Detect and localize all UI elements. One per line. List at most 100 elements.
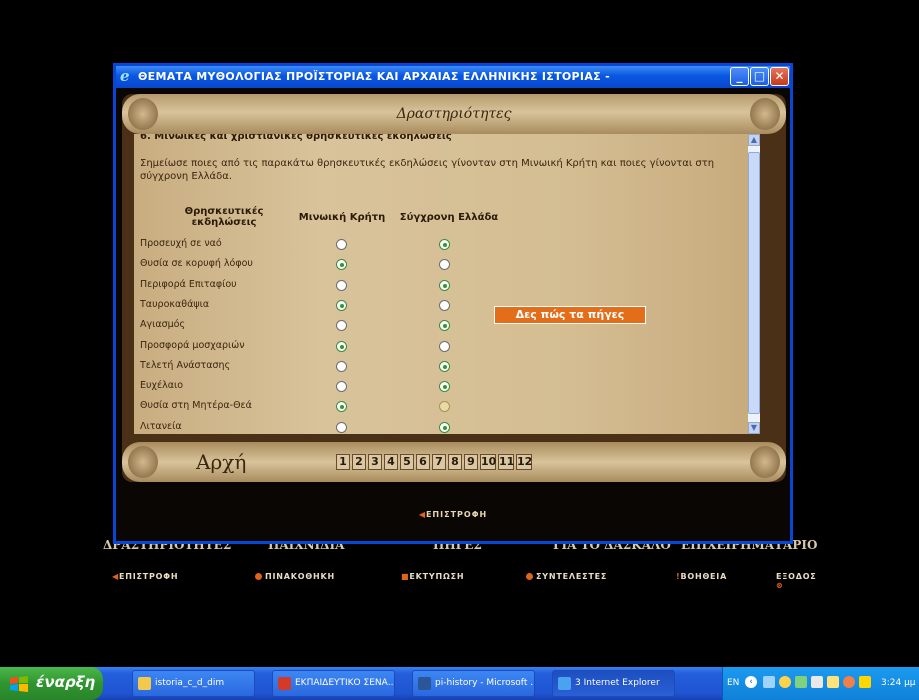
arrow-left-icon: ◀	[418, 510, 426, 519]
ie-window: e ΘΕΜΑΤΑ ΜΥΘΟΛΟΓΙΑΣ ΠΡΟΪΣΤΟΡΙΑΣ ΚΑΙ ΑΡΧΑ…	[113, 63, 793, 544]
page-navigation: 1 2 3 4 5 6 7 8 9 10 11 12	[122, 442, 786, 482]
nav-gallery[interactable]: ΠΙΝΑΚΟΘΗΚΗ	[255, 572, 335, 581]
radio-minoan[interactable]	[336, 299, 347, 311]
bullet-icon	[526, 573, 533, 580]
volume-icon[interactable]	[827, 676, 839, 688]
page-button-7[interactable]: 7	[432, 454, 446, 470]
page-button-3[interactable]: 3	[368, 454, 382, 470]
row-label: Περιφορά Επιταφίου	[140, 278, 237, 290]
table-row: Τελετή Ανάστασης	[134, 360, 734, 376]
taskbar-button-label: istoria_c_d_dim	[155, 678, 225, 688]
radio-minoan[interactable]	[336, 381, 347, 393]
radio-modern[interactable]	[439, 421, 450, 433]
taskbar-button[interactable]: pi-history - Microsoft ...	[412, 670, 535, 697]
page-button-5[interactable]: 5	[400, 454, 414, 470]
page-button-8[interactable]: 8	[448, 454, 462, 470]
table-row: Ευχέλαιο	[134, 380, 734, 396]
security-icon[interactable]	[779, 676, 791, 688]
scroll-top-roll: Δραστηριότητες	[122, 94, 786, 134]
row-label: Θυσία στη Μητέρα-Θεά	[140, 400, 252, 412]
popup-back-link[interactable]: ◀ΕΠΙΣΤΡΟΦΗ	[116, 510, 790, 519]
radio-minoan[interactable]	[336, 421, 347, 433]
table-row: Προσφορά μοσχαριών	[134, 340, 734, 356]
row-label: Ευχέλαιο	[140, 380, 184, 392]
window-title: ΘΕΜΑΤΑ ΜΥΘΟΛΟΓΙΑΣ ΠΡΟΪΣΤΟΡΙΑΣ ΚΑΙ ΑΡΧΑΙΑ…	[138, 70, 610, 83]
minimize-button[interactable]: _	[730, 67, 749, 86]
language-indicator[interactable]: EN	[727, 678, 739, 688]
taskbar-button-label: pi-history - Microsoft ...	[435, 678, 535, 688]
table-row: Θυσία σε κορυφή λόφου	[134, 258, 734, 274]
nav-help[interactable]: !ΒΟΗΘΕΙΑ	[676, 572, 727, 581]
radio-modern[interactable]	[439, 381, 450, 393]
system-tray: EN ‹ 3:24 μμ	[722, 667, 919, 700]
close-button[interactable]: ✕	[770, 67, 789, 86]
table-row: Προσευχή σε ναό	[134, 238, 734, 254]
bullet-icon	[255, 573, 262, 580]
page-button-4[interactable]: 4	[384, 454, 398, 470]
taskbar-button-label: 3 Internet Explorer	[575, 678, 660, 688]
ie-icon: e	[120, 67, 130, 85]
page-button-10[interactable]: 10	[480, 454, 496, 470]
radio-minoan[interactable]	[336, 259, 347, 271]
network-icon[interactable]	[763, 676, 775, 688]
parchment-frame: Δραστηριότητες 6. Μινωικές και χριστιανι…	[122, 94, 786, 482]
radio-minoan[interactable]	[336, 401, 347, 413]
vertical-scrollbar[interactable]: ▲ ▼	[748, 134, 760, 434]
antivirus-icon[interactable]	[843, 676, 855, 688]
radio-modern[interactable]	[439, 299, 450, 311]
exit-icon: ⊗	[776, 581, 784, 590]
nav-exit[interactable]: ΕΞΟΔΟΣ ⊗	[776, 572, 824, 590]
taskbar-button[interactable]: ΕΚΠΑΙΔΕΥΤΙΚΟ ΣΕΝΑ...	[272, 670, 395, 697]
taskbar: έναρξη istoria_c_d_dim ΕΚΠΑΙΔΕΥΤΙΚΟ ΣΕΝΑ.…	[0, 667, 919, 700]
ie-icon	[558, 677, 571, 690]
scroll-down-arrow-icon[interactable]: ▼	[748, 422, 760, 434]
row-label: Προσευχή σε ναό	[140, 238, 222, 249]
radio-modern[interactable]	[439, 259, 450, 271]
radio-minoan[interactable]	[336, 340, 347, 352]
page-button-2[interactable]: 2	[352, 454, 366, 470]
table-row: Θυσία στη Μητέρα-Θεά	[134, 400, 734, 416]
tray-expand-icon[interactable]: ‹	[745, 676, 757, 688]
taskbar-button[interactable]: 3 Internet Explorer	[552, 670, 675, 697]
taskbar-button[interactable]: istoria_c_d_dim	[132, 670, 255, 697]
alert-icon[interactable]	[859, 676, 871, 688]
scroll-bottom-roll: Αρχή 1 2 3 4 5 6 7 8 9 10 11 12	[122, 442, 786, 482]
page-button-1[interactable]: 1	[336, 454, 350, 470]
window-titlebar[interactable]: e ΘΕΜΑΤΑ ΜΥΘΟΛΟΓΙΑΣ ΠΡΟΪΣΤΟΡΙΑΣ ΚΑΙ ΑΡΧΑ…	[116, 66, 790, 88]
taskbar-button-label: ΕΚΠΑΙΔΕΥΤΙΚΟ ΣΕΝΑ...	[295, 678, 395, 688]
radio-modern[interactable]	[439, 360, 450, 372]
update-icon[interactable]	[795, 676, 807, 688]
radio-minoan[interactable]	[336, 360, 347, 372]
activity-content: 6. Μινωικές και χριστιανικές θρησκευτικέ…	[134, 134, 760, 434]
page-button-6[interactable]: 6	[416, 454, 430, 470]
nav-back[interactable]: ◀ΕΠΙΣΤΡΟΦΗ	[112, 572, 178, 581]
word-icon	[418, 677, 431, 690]
table-row: Λιτανεία	[134, 421, 734, 434]
page-button-11[interactable]: 11	[498, 454, 514, 470]
row-label: Τελετή Ανάστασης	[140, 359, 231, 371]
answer-table: Προσευχή σε ναό Θυσία σε κορυφή λόφου Περι…	[134, 134, 734, 434]
row-label: Θυσία σε κορυφή λόφου	[140, 258, 253, 270]
nav-print[interactable]: ■ΕΚΤΥΠΩΣΗ	[401, 572, 464, 581]
radio-modern[interactable]	[439, 340, 450, 352]
scroll-up-arrow-icon[interactable]: ▲	[748, 134, 760, 146]
nav-credits[interactable]: ΣΥΝΤΕΛΕΣΤΕΣ	[526, 572, 607, 581]
radio-minoan[interactable]	[336, 239, 347, 250]
clock: 3:24 μμ	[881, 678, 916, 688]
scrollbar-thumb[interactable]	[748, 152, 760, 414]
radio-modern[interactable]	[439, 239, 450, 250]
folder-icon	[138, 677, 151, 690]
page-button-9[interactable]: 9	[464, 454, 478, 470]
page-button-12[interactable]: 12	[516, 454, 532, 470]
radio-modern[interactable]	[439, 320, 450, 332]
radio-minoan[interactable]	[336, 320, 347, 332]
maximize-button[interactable]: □	[750, 67, 769, 86]
row-label: Προσφορά μοσχαριών	[140, 339, 245, 351]
check-answers-button[interactable]: Δες πώς τα πήγες	[494, 306, 646, 324]
table-row: Περιφορά Επιταφίου	[134, 279, 734, 295]
radio-minoan[interactable]	[336, 279, 347, 291]
radio-modern[interactable]	[439, 279, 450, 291]
radio-modern[interactable]	[439, 401, 450, 413]
row-label: Ταυροκαθάψια	[140, 298, 210, 310]
messenger-icon[interactable]	[811, 676, 823, 688]
